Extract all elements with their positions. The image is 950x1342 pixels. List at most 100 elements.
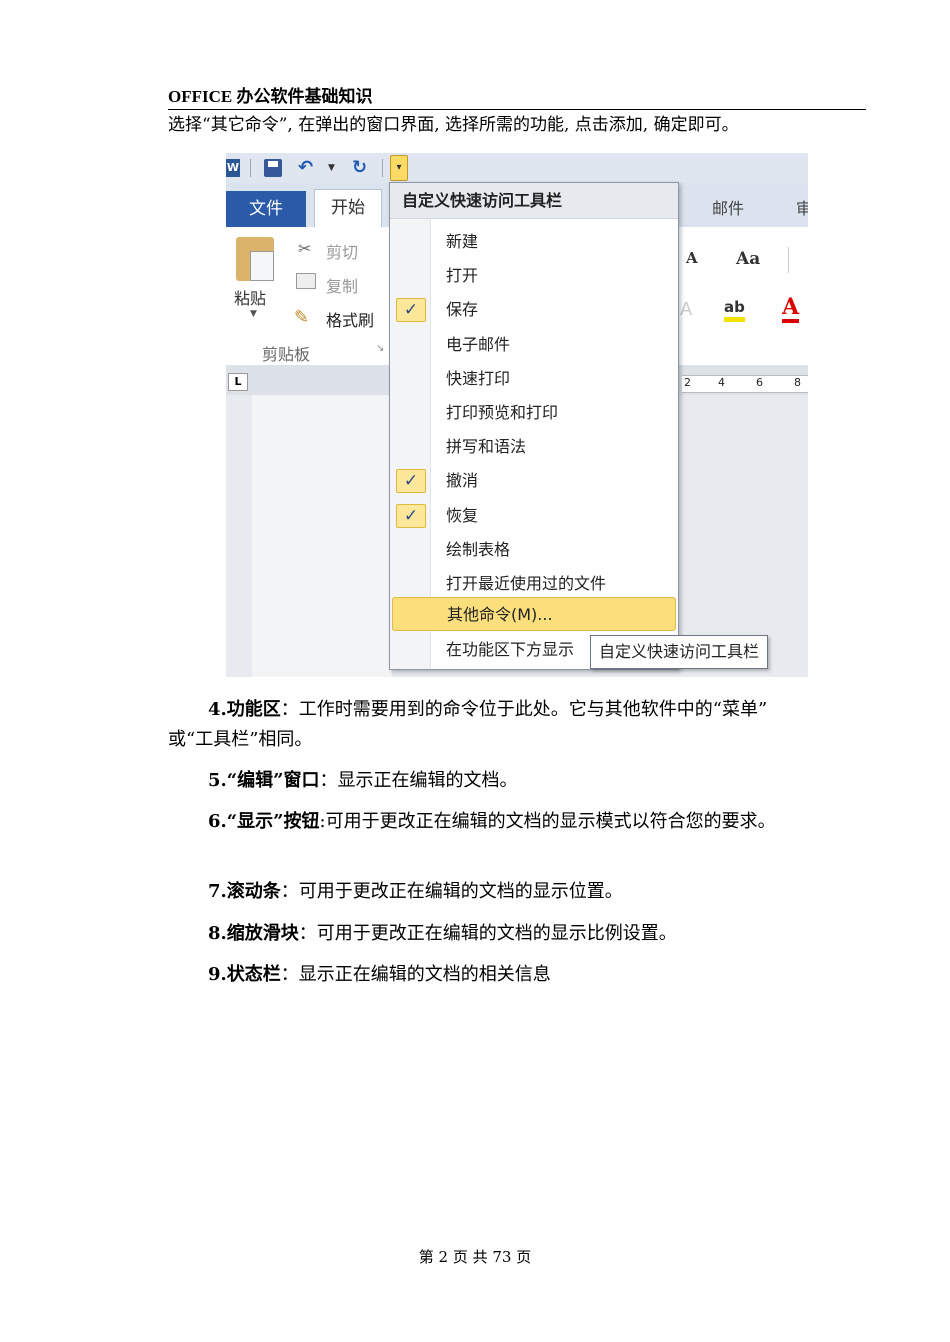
item-separator: ： [298,923,317,944]
paste-icon[interactable] [236,237,274,281]
menu-item-label: 绘制表格 [446,539,511,559]
horizontal-ruler: 2 4 6 8 [682,375,808,393]
menu-item[interactable]: 新建 [390,225,678,259]
menu-item-label: 打开最近使用过的文件 [446,574,607,593]
menu-item[interactable]: 拼写和语法 [390,430,678,464]
item-number: 4. [208,699,227,720]
item-number: 5. [208,770,227,791]
item-text: 可用于更改正在编辑的文档的显示模式以符合您的要求。 [325,811,776,832]
item-title: 缩放滑块 [226,923,299,944]
qat-separator [382,159,383,177]
list-item: 8.缩放滑块：可用于更改正在编辑的文档的显示比例设置。 [208,919,677,949]
item-title: “编辑”窗口 [226,770,320,791]
header-rule [168,109,866,110]
item-title: “显示”按钮 [226,811,320,832]
document-page [252,395,392,677]
menu-item-label: 打印预览和打印 [446,403,559,422]
customize-qat-menu: 自定义快速访问工具栏 新建 打开 ✓ 保存 电子邮件 快速打印 打印预览和打印 拼写和语法 ✓ 撤… [389,182,679,670]
customize-qat-dropdown-button[interactable]: ▾ [390,155,408,181]
word-screenshot: W ↶ ▼ ↻ ▾ 文件 开始 邮件 审 粘贴 ▼ ✂ 剪切 复制 ✎ 格式刷 … [226,153,808,677]
menu-item[interactable]: 电子邮件 [390,328,678,362]
tab-mailings[interactable]: 邮件 [712,191,744,227]
tooltip: 自定义快速访问工具栏 [590,635,769,669]
intro-paragraph: 选择“其它命令”, 在弹出的窗口界面, 选择所需的功能, 点击添加, 确定即可。 [168,115,739,135]
menu-item-label: 恢复 [446,505,479,525]
list-item-continuation: 或“工具栏”相同。 [168,729,313,750]
item-number: 6. [208,811,227,832]
list-item: 9.状态栏：显示正在编辑的文档的相关信息 [208,960,551,990]
ribbon-separator [788,247,789,273]
item-text: 可用于更改正在编辑的文档的显示位置。 [298,881,623,902]
quick-access-toolbar: W ↶ ▼ ↻ ▾ [226,153,808,183]
item-separator: ： [280,881,299,902]
item-text: 显示正在编辑的文档。 [337,770,518,791]
clipboard-group-label: 剪贴板 [262,345,311,364]
undo-dropdown-icon[interactable]: ▼ [328,159,338,177]
checkmark-icon: ✓ [396,503,426,528]
ruler-tick: 4 [718,376,725,389]
menu-item-label: 撤消 [446,471,479,491]
item-title: 状态栏 [226,964,281,985]
item-number: 8. [208,923,227,944]
cut-button[interactable]: 剪切 [326,239,358,263]
list-item: 5.“编辑”窗口：显示正在编辑的文档。 [208,766,518,796]
list-item: 7.滚动条：可用于更改正在编辑的文档的显示位置。 [208,877,623,907]
menu-item[interactable]: 快速打印 [390,362,678,396]
list-item: 6.“显示”按钮:可用于更改正在编辑的文档的显示模式以符合您的要求。 [208,807,776,837]
item-title: 功能区 [226,699,281,720]
ruler-tick: 8 [794,376,801,389]
menu-item-label: 其他命令(M)... [447,605,553,624]
ruler-tick: 2 [684,376,691,389]
menu-item[interactable]: ✓ 恢复 [390,499,678,533]
copy-icon [296,273,316,289]
dialog-launcher-icon[interactable]: ↘ [376,343,384,354]
ruler-tick: 6 [756,376,763,389]
redo-icon[interactable]: ↻ [352,159,374,177]
item-text: 可用于更改正在编辑的文档的显示比例设置。 [316,923,677,944]
item-separator: ： [280,964,299,985]
menu-item-label: 电子邮件 [446,334,511,354]
menu-item[interactable]: 打印预览和打印 [390,396,678,430]
undo-icon[interactable]: ↶ [298,159,320,177]
menu-item[interactable]: 打开最近使用过的文件 [390,567,678,601]
menu-item-label: 在功能区下方显示 [446,640,575,659]
menu-item-label: 打开 [446,266,479,286]
menu-item[interactable]: 打开 [390,259,678,293]
item-number: 9. [208,964,227,985]
checkmark-icon: ✓ [396,298,426,323]
menu-item-more-commands[interactable]: 其他命令(M)... [392,597,676,631]
paste-dropdown-icon[interactable]: ▼ [250,309,257,319]
checkmark-icon: ✓ [396,469,426,494]
tab-home[interactable]: 开始 [314,189,382,227]
menu-item-label: 新建 [446,232,479,251]
list-item: 4.功能区：工作时需要用到的命令位于此处。它与其他软件中的“菜单” [208,695,767,725]
menu-item[interactable]: ✓ 撤消 [390,464,678,498]
highlight-icon[interactable]: ab [724,297,745,322]
paste-button[interactable]: 粘贴 [234,285,266,309]
item-separator: ： [280,699,299,720]
menu-item[interactable]: 绘制表格 [390,533,678,567]
tab-review[interactable]: 审 [796,191,808,227]
change-case-icon[interactable]: Aa [736,249,760,269]
item-text: 工作时需要用到的命令位于此处。它与其他软件中的“菜单” [298,699,768,720]
text-effect-icon[interactable]: A [680,299,692,320]
scissors-icon: ✂ [298,239,312,258]
menu-item-label: 保存 [446,300,479,320]
tab-file[interactable]: 文件 [226,191,306,227]
item-number: 7. [208,881,227,902]
grow-font-icon[interactable]: A [686,249,698,267]
font-color-icon[interactable]: A [782,295,800,323]
save-icon[interactable] [264,159,282,177]
menu-item-label: 快速打印 [446,368,511,388]
item-text: 显示正在编辑的文档的相关信息 [298,964,551,985]
page-header-title: OFFICE 办公软件基础知识 [168,87,373,106]
menu-item-label: 拼写和语法 [446,437,527,457]
tab-selector-button[interactable]: L [228,373,248,391]
format-painter-icon: ✎ [294,307,310,328]
menu-item[interactable]: ✓ 保存 [390,293,678,327]
qat-separator [250,159,251,177]
copy-button[interactable]: 复制 [326,273,358,297]
format-painter-button[interactable]: 格式刷 [326,307,374,331]
item-title: 滚动条 [226,881,281,902]
word-logo-icon: W [226,159,240,177]
